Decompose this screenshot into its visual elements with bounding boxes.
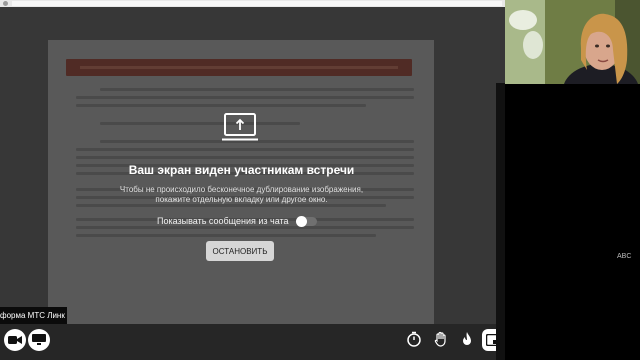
camera-icon	[8, 336, 22, 344]
share-description: Чтобы не происходило бесконечное дублиро…	[0, 185, 483, 205]
share-description-line-2: покажите отдельную вкладку или другое ок…	[155, 195, 328, 204]
screen-share-icon	[32, 334, 46, 345]
camera-button[interactable]	[4, 329, 26, 351]
chat-messages-toggle[interactable]	[296, 216, 317, 227]
toggle-knob	[296, 216, 307, 227]
participant-video	[505, 0, 640, 84]
address-bar[interactable]	[12, 1, 502, 6]
fire-icon[interactable]	[459, 331, 475, 347]
tab-dot	[3, 1, 8, 6]
shared-screen-area: Ваш экран виден участникам встречи Чтобы…	[0, 7, 505, 324]
chat-toggle-label: Показывать сообщения из чата	[157, 216, 289, 226]
stop-sharing-button[interactable]: ОСТАНОВИТЬ	[206, 241, 274, 261]
participant-webcam[interactable]	[505, 0, 640, 84]
share-title: Ваш экран виден участникам встречи	[128, 163, 355, 177]
panel-divider	[496, 83, 505, 360]
share-description-line-1: Чтобы не происходило бесконечное дублиро…	[119, 185, 364, 194]
browser-tab-strip	[0, 0, 505, 7]
screen-share-icon	[222, 113, 258, 141]
bottom-toolbar	[0, 324, 505, 360]
raise-hand-icon[interactable]	[433, 331, 449, 347]
timer-icon[interactable]	[406, 331, 422, 347]
participant-tile-label: ABC	[617, 253, 632, 260]
platform-tag: форма МТС Линк	[0, 307, 67, 324]
screen-share-button[interactable]	[28, 329, 50, 351]
